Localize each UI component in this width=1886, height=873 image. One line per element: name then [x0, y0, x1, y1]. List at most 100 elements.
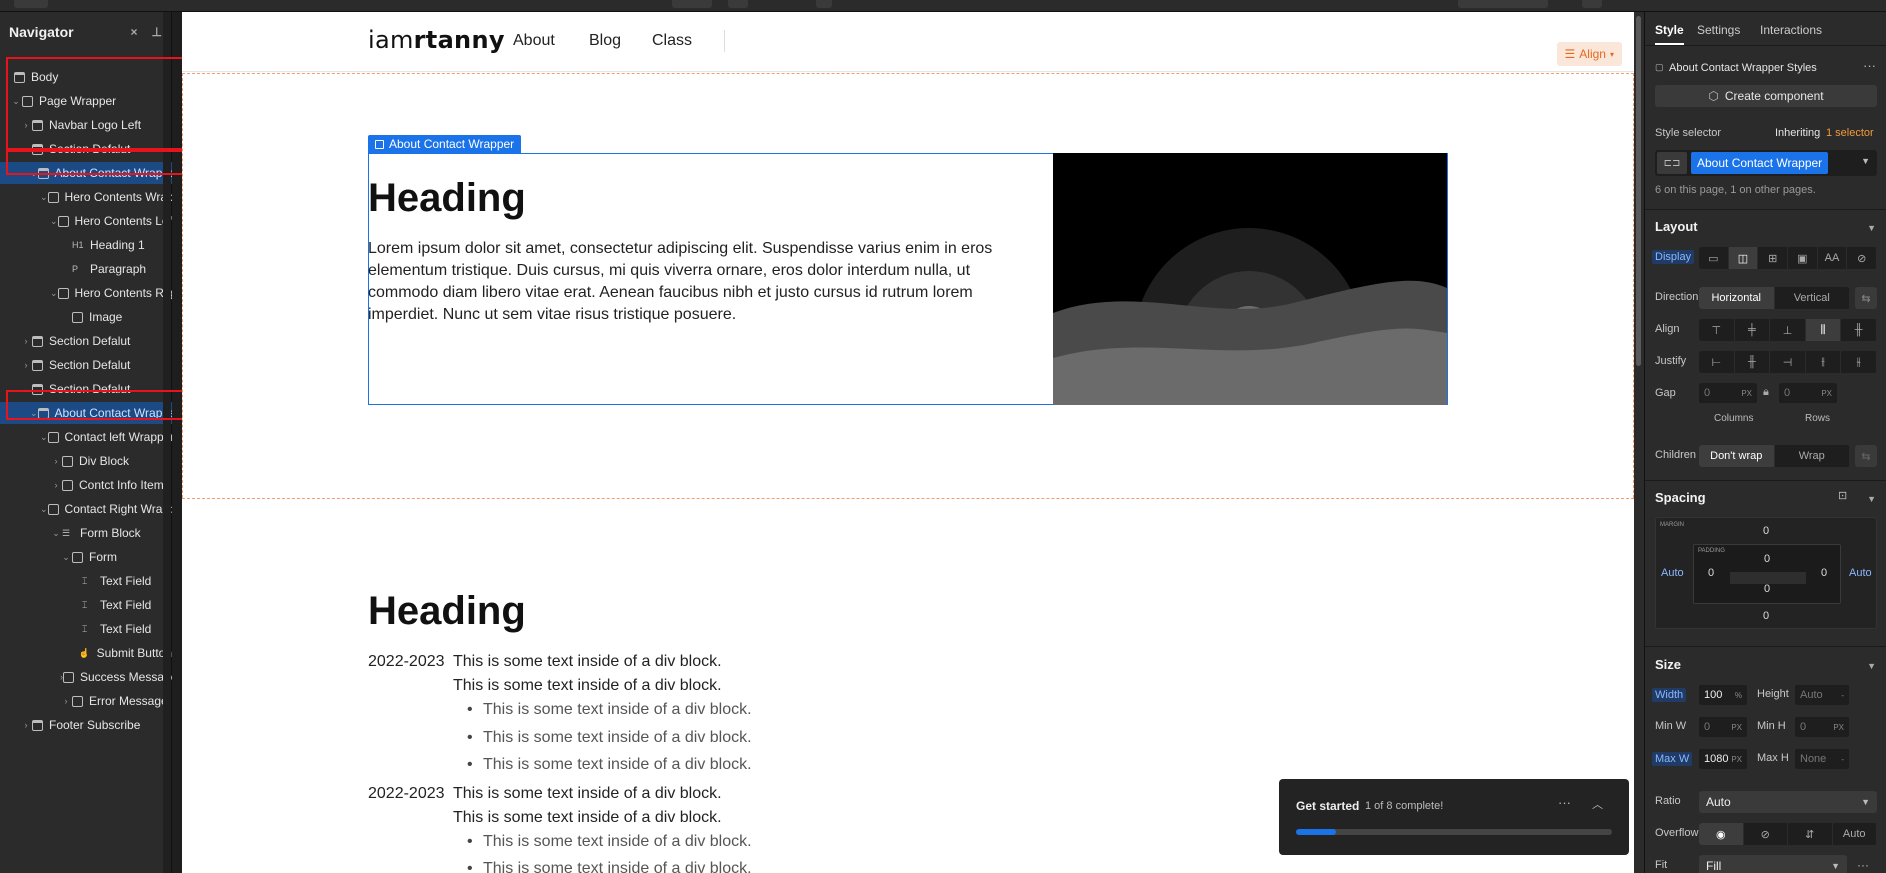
chevron-icon[interactable]: ›	[50, 480, 62, 490]
margin-right-value[interactable]: Auto	[1849, 567, 1872, 579]
inheriting-count-link[interactable]: 1 selector	[1826, 127, 1874, 139]
tree-item-contact-right-wrapper[interactable]: ⌄ Contact Right Wrapper	[0, 498, 172, 520]
chevron-icon[interactable]: ›	[20, 336, 32, 346]
align-baseline-icon[interactable]: ╫	[1841, 319, 1877, 341]
more-icon[interactable]: ···	[1863, 58, 1876, 73]
justify-around-icon[interactable]: ⫳	[1841, 351, 1877, 373]
tab-settings[interactable]: Settings	[1697, 23, 1740, 37]
chevron-icon[interactable]: ›	[60, 696, 72, 706]
tab-interactions[interactable]: Interactions	[1760, 23, 1822, 37]
tree-item-hero-contents-right[interactable]: ⌄ Hero Contents Right	[0, 282, 172, 304]
chevron-icon[interactable]: ›	[50, 456, 62, 466]
justify-end-icon[interactable]: ⊣	[1770, 351, 1806, 373]
justify-start-icon[interactable]: ⊢	[1699, 351, 1735, 373]
align-start-icon[interactable]: ⊤	[1699, 319, 1735, 341]
chevron-up-icon[interactable]: ︿	[1592, 796, 1603, 812]
selector-field[interactable]: ⊏⊐ About Contact Wrapper ▼	[1655, 150, 1877, 176]
tree-item-heading-1[interactable]: H1 Heading 1	[0, 234, 172, 256]
create-component-button[interactable]: ⬡ Create component	[1655, 85, 1877, 107]
dont-wrap-option[interactable]: Don't wrap	[1699, 445, 1775, 467]
tree-item-contct-info-item[interactable]: › Contct Info Item	[0, 474, 172, 496]
tree-item-success-message[interactable]: › Success Message	[0, 666, 172, 688]
toolbar-icon[interactable]	[1582, 0, 1602, 8]
direction-horizontal[interactable]: Horizontal	[1699, 287, 1775, 309]
toolbar-icon[interactable]	[816, 0, 832, 8]
tree-item-paragraph[interactable]: P Paragraph	[0, 258, 172, 280]
flex-display-icon[interactable]: ◫	[1728, 247, 1759, 269]
margin-left-value[interactable]: Auto	[1661, 567, 1684, 579]
wrap-option[interactable]: Wrap	[1775, 445, 1850, 467]
min-height-input[interactable]: 0 PX	[1795, 717, 1849, 737]
min-width-input[interactable]: 0 PX	[1699, 717, 1747, 737]
chevron-icon[interactable]: ⌄	[50, 216, 58, 227]
chevron-icon[interactable]: ›	[20, 720, 32, 730]
close-icon[interactable]: ×	[131, 25, 138, 39]
nav-link-class[interactable]: Class	[652, 32, 692, 50]
spacing-preset-icon[interactable]: ⊡	[1838, 489, 1847, 502]
chevron-down-icon[interactable]: ▼	[1867, 661, 1876, 671]
ratio-dropdown[interactable]: Auto ▼	[1699, 791, 1877, 813]
inline-display-icon[interactable]: AA	[1818, 247, 1848, 269]
tree-item-image[interactable]: Image	[0, 306, 172, 328]
spacing-section-title[interactable]: Spacing	[1655, 490, 1706, 505]
align-end-icon[interactable]: ⊥	[1770, 319, 1806, 341]
max-height-input[interactable]: None -	[1795, 749, 1849, 769]
lock-icon[interactable]: 🔒︎	[1763, 386, 1769, 399]
reverse-direction-icon[interactable]: ⇆	[1855, 287, 1877, 309]
scrollbar-thumb[interactable]	[1636, 16, 1641, 366]
tree-item-hero-contents-left[interactable]: ⌄ Hero Contents Left	[0, 210, 172, 232]
tree-item-submit-button[interactable]: ☝ Submit Button	[0, 642, 172, 664]
direction-vertical[interactable]: Vertical	[1775, 287, 1850, 309]
reverse-wrap-icon[interactable]: ⇆	[1855, 445, 1877, 467]
tree-item-contact-left-wrapper[interactable]: ⌄ Contact left Wrapper	[0, 426, 172, 448]
tree-item-text-field[interactable]: ⌶ Text Field	[0, 594, 172, 616]
inline-block-icon[interactable]: ▣	[1788, 247, 1818, 269]
tree-item-footer-subscribe[interactable]: › Footer Subscribe	[0, 714, 172, 736]
align-center-icon[interactable]: ╪	[1735, 319, 1771, 341]
chevron-icon[interactable]: ⌄	[60, 552, 72, 563]
chevron-down-icon[interactable]: ▼	[1867, 494, 1876, 504]
tree-item-div-block[interactable]: › Div Block	[0, 450, 172, 472]
tree-item-section-defalut[interactable]: › Section Defalut	[0, 354, 172, 376]
chevron-icon[interactable]: ⌄	[50, 528, 62, 539]
get-started-widget[interactable]: Get started 1 of 8 complete! ··· ︿	[1279, 779, 1629, 855]
selector-state-icon[interactable]: ⊏⊐	[1657, 152, 1687, 174]
scroll-icon[interactable]: ⇵	[1788, 823, 1833, 845]
toolbar-icon[interactable]	[672, 0, 712, 8]
hero-heading[interactable]: Heading	[368, 176, 526, 221]
hide-display-icon[interactable]: ⊘	[1847, 247, 1877, 269]
chevron-icon[interactable]: ⌄	[40, 504, 48, 515]
section-heading[interactable]: Heading	[368, 589, 526, 634]
chevron-icon[interactable]: ›	[20, 360, 32, 370]
chevron-down-icon[interactable]: ▼	[1861, 156, 1870, 166]
more-icon[interactable]: ···	[1558, 795, 1571, 810]
grid-display-icon[interactable]: ⊞	[1758, 247, 1789, 269]
toolbar-icon[interactable]	[1458, 0, 1548, 8]
width-input[interactable]: 100%	[1699, 685, 1747, 705]
design-canvas[interactable]: iamrtanny About Blog Class ☰ Align ▾ Abo…	[182, 12, 1634, 873]
justify-center-icon[interactable]: ╫	[1735, 351, 1771, 373]
overflow-auto[interactable]: Auto	[1833, 823, 1877, 845]
chevron-icon[interactable]: ⌄	[40, 192, 48, 203]
chevron-icon[interactable]: ⌄	[40, 432, 48, 443]
tree-item-form[interactable]: ⌄ Form	[0, 546, 172, 568]
visible-icon[interactable]: ◉	[1699, 823, 1744, 845]
toolbar-icon[interactable]	[728, 0, 748, 8]
tree-item-form-block[interactable]: ⌄ ☰ Form Block	[0, 522, 172, 544]
chevron-icon[interactable]: ⌄	[50, 288, 58, 299]
margin-bottom-value[interactable]: 0	[1763, 610, 1769, 622]
nav-link-blog[interactable]: Blog	[589, 32, 621, 50]
hidden-icon[interactable]: ⊘	[1744, 823, 1788, 845]
selected-element-label[interactable]: About Contact Wrapper	[368, 135, 522, 153]
tree-item-text-field[interactable]: ⌶ Text Field	[0, 618, 172, 640]
hero-paragraph[interactable]: Lorem ipsum dolor sit amet, consectetur …	[368, 238, 1008, 326]
justify-between-icon[interactable]: ⫲	[1806, 351, 1842, 373]
gap-columns-input[interactable]: 0 PX	[1699, 383, 1757, 403]
max-width-input[interactable]: 1080 PX	[1699, 749, 1747, 769]
align-button[interactable]: ☰ Align ▾	[1556, 42, 1622, 66]
align-stretch-icon[interactable]: ⫼	[1805, 319, 1842, 341]
toolbar-icon[interactable]	[14, 0, 48, 8]
more-icon[interactable]: ···	[1857, 858, 1869, 872]
selector-chip[interactable]: About Contact Wrapper	[1691, 152, 1829, 174]
pin-icon[interactable]: ⊥	[152, 25, 162, 39]
